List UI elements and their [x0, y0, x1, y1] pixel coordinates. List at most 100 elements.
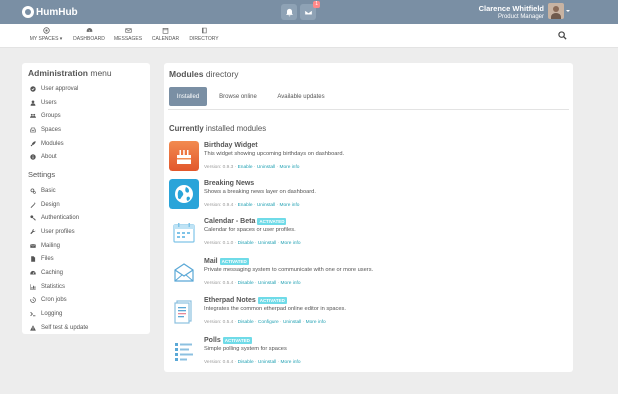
module-name: Birthday Widget	[204, 142, 258, 149]
tab-installed[interactable]: Installed	[169, 87, 207, 106]
avatar[interactable]	[548, 3, 564, 19]
cogs-icon	[30, 188, 36, 194]
envelope-icon	[30, 243, 36, 248]
module-row-etherpad-notes: Etherpad Notes ACTIVATED Integrates the c…	[169, 296, 567, 334]
more-info-link[interactable]: More info	[281, 241, 301, 246]
calendar-module-icon	[173, 223, 195, 243]
admin-menu-list: User approval Users Groups Spaces Module…	[22, 82, 150, 164]
module-meta: Version: 0.1.0 · Disable · Uninstall · M…	[204, 241, 301, 246]
chevron-down-icon: ▾	[59, 36, 63, 42]
warning-icon	[30, 325, 36, 331]
info-circle-icon	[30, 154, 36, 160]
module-row-breaking-news: Breaking News Shows a breaking news laye…	[169, 179, 567, 217]
more-info-link[interactable]: More info	[279, 165, 299, 170]
uninstall-link[interactable]: Uninstall	[258, 241, 276, 246]
sidebar-item-cron-jobs[interactable]: Cron jobs	[22, 294, 150, 308]
sidebar-item-mailing[interactable]: Mailing	[22, 239, 150, 253]
bell-icon	[285, 8, 293, 16]
settings-list: Basic Design Authentication User profile…	[22, 184, 150, 335]
sidebar-item-modules[interactable]: Modules	[22, 137, 150, 151]
activated-badge: ACTIVATED	[257, 296, 287, 304]
sidebar-item-statistics[interactable]: Statistics	[22, 280, 150, 294]
module-row-birthday-widget: Birthday Widget This widget showing upco…	[169, 141, 567, 179]
nav-directory[interactable]: Directory	[189, 27, 219, 42]
module-meta: Version: 0.5.4 · Disable · Configure · U…	[204, 320, 326, 325]
file-icon	[31, 256, 36, 262]
check-circle-icon	[30, 86, 36, 92]
module-meta: Version: 0.5.4 · Disable · Uninstall · M…	[204, 281, 301, 286]
disable-link[interactable]: Disable	[238, 360, 254, 365]
user-name: Clarence Whitfield	[478, 4, 544, 13]
tachometer-icon	[86, 28, 92, 32]
bar-chart-icon	[30, 283, 36, 290]
logo[interactable]: HumHub	[22, 6, 78, 18]
module-meta: Version: 0.9.4 · Enable · Uninstall · Mo…	[204, 203, 300, 208]
module-name: Calendar - Beta ACTIVATED	[204, 217, 287, 225]
uninstall-link[interactable]: Uninstall	[257, 165, 275, 170]
module-description: This widget showing upcoming birthdays o…	[204, 151, 345, 157]
module-name: Polls ACTIVATED	[204, 336, 252, 344]
modules-directory-panel: Modules directory Installed Browse onlin…	[164, 63, 573, 372]
uninstall-link[interactable]: Uninstall	[257, 203, 275, 208]
search-icon[interactable]	[558, 31, 567, 40]
module-description: Shows a breaking news layer on dashboard…	[204, 189, 316, 195]
sidebar-item-user-profiles[interactable]: User profiles	[22, 225, 150, 239]
history-icon	[30, 297, 36, 304]
dashboard-icon	[30, 270, 36, 275]
caret-down-icon[interactable]	[566, 10, 570, 12]
more-info-link[interactable]: More info	[279, 203, 299, 208]
sidebar-item-user-approval[interactable]: User approval	[22, 82, 150, 96]
sidebar-item-about[interactable]: About	[22, 150, 150, 164]
module-name: Breaking News	[204, 180, 255, 187]
disable-link[interactable]: Disable	[238, 320, 254, 325]
humhub-logo-icon	[22, 6, 34, 18]
sidebar-item-spaces[interactable]: Spaces	[22, 123, 150, 137]
notifications-button[interactable]	[281, 4, 297, 20]
key-icon	[30, 215, 36, 221]
sidebar-item-groups[interactable]: Groups	[22, 109, 150, 123]
activated-badge: ACTIVATED	[257, 217, 287, 225]
tab-available-updates[interactable]: Available updates	[269, 87, 333, 106]
sidebar-item-users[interactable]: Users	[22, 96, 150, 110]
messages-badge: 1	[313, 1, 320, 8]
messages-button[interactable]: 1	[300, 1, 320, 20]
envelope-icon	[124, 28, 132, 33]
module-row-polls: Polls ACTIVATED Simple polling system for…	[169, 336, 567, 374]
section-title: Currently installed modules	[169, 124, 267, 133]
sidebar-item-basic[interactable]: Basic	[22, 184, 150, 198]
module-name: Mail ACTIVATED	[204, 257, 249, 265]
user-menu[interactable]: Clarence Whitfield Product Manager	[479, 4, 544, 21]
sidebar-item-authentication[interactable]: Authentication	[22, 211, 150, 225]
disable-link[interactable]: Disable	[238, 241, 254, 246]
disable-link[interactable]: Disable	[238, 281, 254, 286]
nav-calendar[interactable]: Calendar	[150, 27, 181, 42]
more-info-link[interactable]: More info	[306, 320, 326, 325]
uninstall-link[interactable]: Uninstall	[258, 360, 276, 365]
sidebar-item-caching[interactable]: Caching	[22, 266, 150, 280]
nav-my-spaces[interactable]: My Spaces ▾	[29, 27, 63, 42]
sidebar-item-self-test[interactable]: Self test & update	[22, 321, 150, 335]
sidebar-item-logging[interactable]: Logging	[22, 307, 150, 321]
wrench-icon	[30, 229, 36, 235]
brand-name: HumHub	[36, 6, 78, 18]
more-info-link[interactable]: More info	[281, 360, 301, 365]
configure-link[interactable]: Configure	[258, 320, 279, 325]
birthday-cake-icon	[169, 141, 199, 171]
globe-icon	[169, 179, 199, 209]
module-name: Etherpad Notes ACTIVATED	[204, 296, 287, 304]
more-info-link[interactable]: More info	[281, 281, 301, 286]
enable-link[interactable]: Enable	[238, 203, 253, 208]
module-description: Private messaging system to communicate …	[204, 267, 374, 273]
sidebar-item-design[interactable]: Design	[22, 198, 150, 212]
module-description: Calendar for spaces or user profiles.	[204, 227, 296, 233]
enable-link[interactable]: Enable	[238, 165, 253, 170]
tab-browse-online[interactable]: Browse online	[213, 87, 263, 106]
nav-messages[interactable]: Messages	[114, 27, 142, 42]
sidebar-item-files[interactable]: Files	[22, 252, 150, 266]
uninstall-link[interactable]: Uninstall	[258, 281, 276, 286]
uninstall-link[interactable]: Uninstall	[283, 320, 301, 325]
notes-module-icon	[174, 300, 192, 324]
settings-title: Settings	[28, 170, 56, 179]
module-row-calendar: Calendar - Beta ACTIVATED Calendar for sp…	[169, 217, 567, 255]
nav-dashboard[interactable]: Dashboard	[73, 27, 105, 42]
